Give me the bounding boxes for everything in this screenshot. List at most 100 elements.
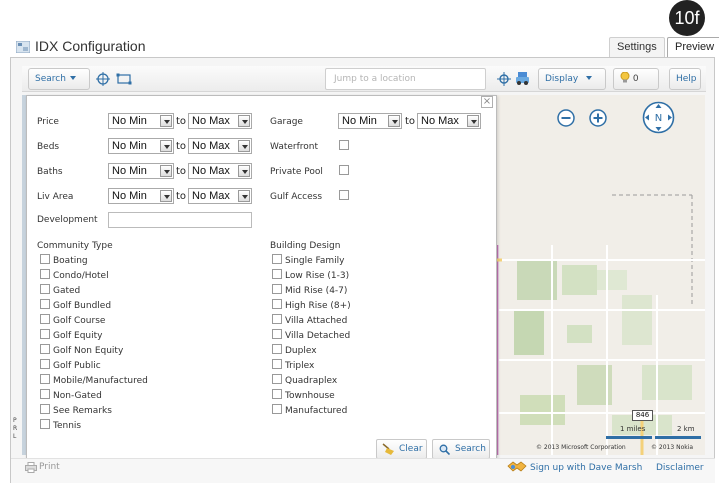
locate-icon[interactable] [497,72,511,86]
waterfront-checkbox[interactable] [339,140,349,150]
printer-icon[interactable] [25,462,37,473]
beds-max-select[interactable]: No Max [188,138,252,154]
help-button[interactable]: Help [669,68,701,90]
list-item[interactable]: Condo/Hotel [40,269,109,281]
search-submit-button[interactable]: Search [432,439,490,459]
tab-preview[interactable]: Preview [667,37,719,57]
liv-area-max-select[interactable]: No Max [188,188,252,204]
traffic-car-icon[interactable] [515,71,530,86]
checkbox[interactable] [40,329,50,339]
checkbox[interactable] [272,404,282,414]
list-item[interactable]: Golf Course [40,314,105,326]
checkbox[interactable] [40,404,50,414]
list-item[interactable]: Boating [40,254,88,266]
gulf-access-checkbox[interactable] [339,190,349,200]
checkbox[interactable] [40,254,50,264]
checkbox[interactable] [40,374,50,384]
select-area-icon[interactable] [116,73,132,85]
community-type-label: Condo/Hotel [53,271,109,281]
checkbox[interactable] [40,389,50,399]
baths-min-select[interactable]: No Min [108,163,174,179]
building-design-label: Villa Attached [285,316,348,326]
map-canvas[interactable] [492,95,705,455]
baths-label: Baths [37,167,63,177]
checkbox[interactable] [272,254,282,264]
list-item[interactable]: Golf Non Equity [40,344,123,356]
list-item[interactable]: Gated [40,284,80,296]
zoom-out-icon[interactable] [556,108,576,128]
checkbox[interactable] [40,344,50,354]
list-item[interactable]: Tennis [40,419,81,431]
checkbox[interactable] [272,269,282,279]
checkbox[interactable] [272,284,282,294]
list-item[interactable]: Duplex [272,344,317,356]
baths-max-select[interactable]: No Max [188,163,252,179]
checkbox[interactable] [272,314,282,324]
list-item[interactable]: Low Rise (1-3) [272,269,349,281]
list-item[interactable]: Villa Attached [272,314,347,326]
development-input[interactable] [108,212,252,228]
beds-min-select[interactable]: No Min [108,138,174,154]
list-item[interactable]: Golf Equity [40,329,102,341]
list-item[interactable]: See Remarks [40,404,112,416]
checkbox[interactable] [272,389,282,399]
price-max-select[interactable]: No Max [188,113,252,129]
zoom-in-icon[interactable] [588,108,608,128]
signup-link[interactable]: Sign up with Dave Marsh [530,463,642,473]
private-pool-checkbox[interactable] [339,165,349,175]
building-design-label: Single Family [285,256,345,266]
tab-settings[interactable]: Settings [609,37,665,57]
close-icon[interactable]: × [481,96,493,108]
checkbox[interactable] [272,374,282,384]
list-item[interactable]: High Rise (8+) [272,299,351,311]
list-item[interactable]: Villa Detached [272,329,350,341]
saved-count-button[interactable]: 0 [613,68,659,90]
checkbox[interactable] [40,314,50,324]
checkbox[interactable] [40,419,50,429]
display-dropdown-button[interactable]: Display [538,68,606,90]
list-item[interactable]: Mid Rise (4-7) [272,284,347,296]
copyright-microsoft: © 2013 Microsoft Corporation [536,444,626,451]
list-item[interactable]: Single Family [272,254,345,266]
list-item[interactable]: Townhouse [272,389,335,401]
disclaimer-link[interactable]: Disclaimer [656,463,704,473]
garage-label: Garage [270,117,303,127]
checkbox[interactable] [272,299,282,309]
checkbox[interactable] [40,269,50,279]
jump-to-location-input[interactable]: Jump to a location [325,68,486,90]
clear-button[interactable]: Clear [376,439,427,459]
price-max-value: No Max [192,115,230,127]
chevron-down-icon [160,115,172,127]
list-item[interactable]: Non-Gated [40,389,102,401]
list-item[interactable]: Triplex [272,359,314,371]
list-item[interactable]: Golf Bundled [40,299,111,311]
garage-max-select[interactable]: No Max [417,113,481,129]
chevron-down-icon [238,140,250,152]
liv-area-min-select[interactable]: No Min [108,188,174,204]
list-item[interactable]: Manufactured [272,404,347,416]
search-dropdown-button[interactable]: Search [28,68,90,90]
liv-area-max-value: No Max [192,190,230,202]
checkbox[interactable] [272,329,282,339]
checkbox[interactable] [40,359,50,369]
chevron-down-icon [238,115,250,127]
list-item[interactable]: Quadraplex [272,374,337,386]
chevron-down-icon [238,190,250,202]
compass-icon[interactable]: N [641,100,676,135]
to-text: to [405,116,416,127]
community-type-title: Community Type [37,241,113,251]
checkbox[interactable] [272,359,282,369]
print-link[interactable]: Print [39,462,60,472]
garage-min-select[interactable]: No Min [338,113,402,129]
list-item[interactable]: Mobile/Manufactured [40,374,148,386]
to-text: to [176,141,187,152]
search-dropdown-label: Search [35,74,66,84]
checkbox[interactable] [40,299,50,309]
price-min-select[interactable]: No Min [108,113,174,129]
scale-miles: 1 miles [620,425,646,433]
checkbox[interactable] [40,284,50,294]
target-icon[interactable] [96,72,110,86]
list-item[interactable]: Golf Public [40,359,101,371]
checkbox[interactable] [272,344,282,354]
app-icon [16,41,30,53]
